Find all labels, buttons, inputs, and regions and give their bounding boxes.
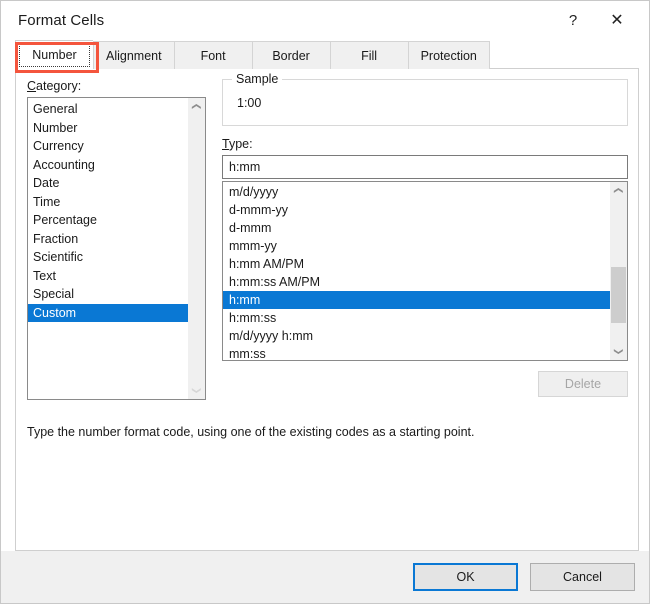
category-item-scientific[interactable]: Scientific xyxy=(28,248,188,267)
type-label: Type: xyxy=(222,137,253,151)
delete-button[interactable]: Delete xyxy=(538,371,628,397)
tab-fill[interactable]: Fill xyxy=(329,41,408,69)
tab-protection-label: Protection xyxy=(420,48,477,63)
category-item-accounting[interactable]: Accounting xyxy=(28,156,188,175)
tab-fill-label: Fill xyxy=(361,48,378,63)
tab-protection[interactable]: Protection xyxy=(407,41,490,69)
cancel-button[interactable]: Cancel xyxy=(530,563,635,591)
type-item-4[interactable]: h:mm AM/PM xyxy=(223,255,610,273)
tab-number[interactable]: Number xyxy=(15,40,93,69)
number-tab-panel: Category: General Number Currency Accoun… xyxy=(15,68,639,551)
type-item-6[interactable]: h:mm xyxy=(223,291,610,309)
type-input[interactable]: h:mm xyxy=(222,155,628,179)
category-listbox[interactable]: General Number Currency Accounting Date … xyxy=(27,97,206,400)
type-scrollbar[interactable]: ❮ ❯ xyxy=(610,182,627,360)
ok-button[interactable]: OK xyxy=(413,563,518,591)
category-item-general[interactable]: General xyxy=(28,100,188,119)
category-item-currency[interactable]: Currency xyxy=(28,137,188,156)
tab-font[interactable]: Font xyxy=(173,41,252,69)
sample-value: 1:00 xyxy=(237,96,262,110)
category-item-time[interactable]: Time xyxy=(28,193,188,212)
chevron-down-icon[interactable]: ❯ xyxy=(188,382,205,399)
dialog-footer: OK Cancel xyxy=(1,551,649,603)
tab-border-label: Border xyxy=(272,48,310,63)
tab-number-label: Number xyxy=(32,48,77,62)
type-item-1[interactable]: d-mmm-yy xyxy=(223,201,610,219)
delete-button-row: Delete xyxy=(222,371,628,397)
category-item-custom[interactable]: Custom xyxy=(28,303,188,322)
type-item-2[interactable]: d-mmm xyxy=(223,219,610,237)
tab-alignment[interactable]: Alignment xyxy=(93,41,174,69)
scrollbar-thumb[interactable] xyxy=(611,267,626,323)
description-text: Type the number format code, using one o… xyxy=(27,425,475,439)
chevron-up-icon[interactable]: ❮ xyxy=(188,98,205,115)
category-item-number[interactable]: Number xyxy=(28,119,188,138)
close-button[interactable]: ✕ xyxy=(595,5,639,35)
chevron-down-icon[interactable]: ❯ xyxy=(610,343,627,360)
tab-font-label: Font xyxy=(200,48,226,63)
type-item-9[interactable]: mm:ss xyxy=(223,345,610,360)
page-title: Format Cells xyxy=(18,11,105,29)
tab-border[interactable]: Border xyxy=(251,41,330,69)
type-item-8[interactable]: m/d/yyyy h:mm xyxy=(223,327,610,345)
sample-groupbox: Sample 1:00 xyxy=(222,72,628,126)
type-listbox[interactable]: m/d/yyyy d-mmm-yy d-mmm mmm-yy h:mm AM/P… xyxy=(222,181,628,361)
category-item-fraction[interactable]: Fraction xyxy=(28,230,188,249)
type-items: m/d/yyyy d-mmm-yy d-mmm mmm-yy h:mm AM/P… xyxy=(223,182,610,360)
type-item-0[interactable]: m/d/yyyy xyxy=(223,183,610,201)
category-item-percentage[interactable]: Percentage xyxy=(28,211,188,230)
help-button[interactable]: ? xyxy=(551,5,595,35)
category-item-text[interactable]: Text xyxy=(28,267,188,286)
tab-alignment-label: Alignment xyxy=(106,48,162,63)
chevron-up-icon[interactable]: ❮ xyxy=(610,182,627,199)
category-item-special[interactable]: Special xyxy=(28,285,188,304)
format-settings-column: Sample 1:00 Type: h:mm m/d/yyyy d-mmm-yy… xyxy=(222,72,628,397)
category-label: Category: xyxy=(27,79,82,93)
category-items: General Number Currency Accounting Date … xyxy=(28,98,188,399)
tab-strip-container: Number Alignment Font Border Fill Protec… xyxy=(1,39,649,73)
type-item-7[interactable]: h:mm:ss xyxy=(223,309,610,327)
category-scrollbar[interactable]: ❮ ❯ xyxy=(188,98,205,399)
format-cells-dialog: Format Cells ? ✕ Number Alignment Font B… xyxy=(0,0,650,604)
tab-strip: Number Alignment Font Border Fill Protec… xyxy=(15,39,649,69)
title-bar: Format Cells ? ✕ xyxy=(1,1,649,39)
type-item-3[interactable]: mmm-yy xyxy=(223,237,610,255)
category-item-date[interactable]: Date xyxy=(28,174,188,193)
sample-label: Sample xyxy=(232,72,283,86)
type-item-5[interactable]: h:mm:ss AM/PM xyxy=(223,273,610,291)
